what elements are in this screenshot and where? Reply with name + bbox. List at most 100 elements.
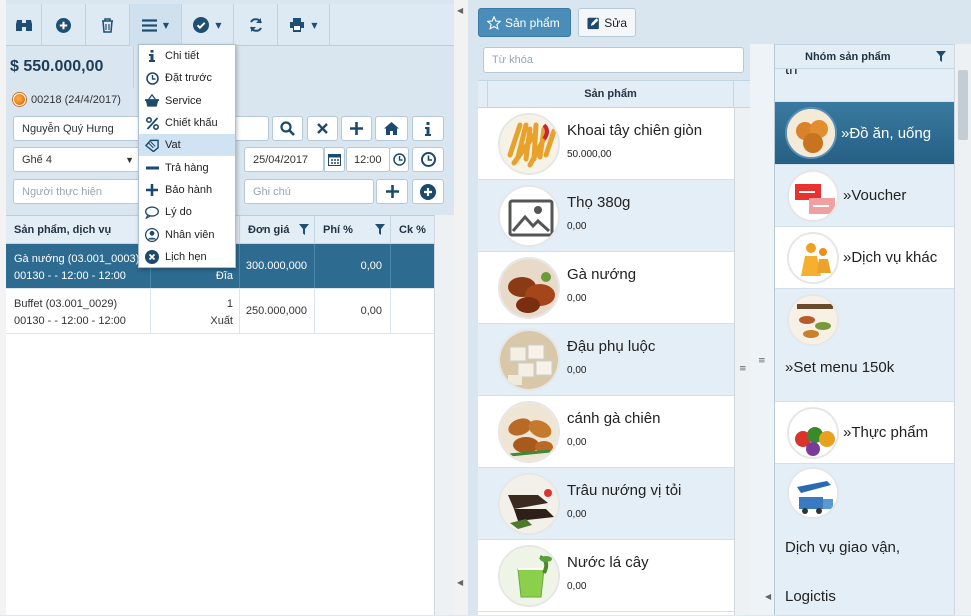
splitter-inner[interactable]: ≡ ◀ xyxy=(750,44,774,615)
search-binoculars-button[interactable] xyxy=(6,4,42,46)
row-unit: Xuất xyxy=(210,315,233,327)
plus-circle-icon xyxy=(420,183,436,200)
time-field[interactable]: 12:00 xyxy=(346,147,390,172)
collapse-arrow-icon: ◀ xyxy=(457,6,464,15)
column-header-fee[interactable]: Phí % xyxy=(315,216,391,243)
row-product-name: Buffet (03.001_0029) xyxy=(14,298,118,310)
column-header-product[interactable]: Sản phẩm, dịch vụ xyxy=(6,216,151,243)
calendar-icon xyxy=(328,154,341,166)
product-name: Nước lá cây xyxy=(567,554,649,571)
menu-item-return[interactable]: Trả hàng xyxy=(139,156,235,178)
list-item[interactable]: »Set menu 150k xyxy=(775,289,954,402)
table-select-value: Ghế 4 xyxy=(22,153,52,166)
menu-item-reason[interactable]: Lý do xyxy=(139,201,235,223)
menu-item-label: Service xyxy=(165,94,202,107)
minus-icon xyxy=(145,166,159,170)
scrollbar-thumb[interactable] xyxy=(958,70,968,140)
date-field[interactable]: 25/04/2017 xyxy=(244,147,324,172)
row-quantity: 1 xyxy=(226,298,233,310)
tab-products[interactable]: Sản phẩm xyxy=(478,8,571,37)
list-item[interactable]: cánh gà chiên 0,00 xyxy=(478,396,734,468)
note-field[interactable]: Ghi chú xyxy=(244,179,374,204)
products-header-label[interactable]: Sản phẩm xyxy=(488,81,734,107)
groups-scrollbar[interactable] xyxy=(954,44,971,615)
print-menu-button[interactable]: ▼ xyxy=(278,4,330,46)
filter-icon[interactable] xyxy=(375,224,385,235)
table-select[interactable]: Ghế 4 ▼ xyxy=(13,147,141,172)
list-item[interactable]: Trâu nướng vị tỏi 0,00 xyxy=(478,468,734,540)
product-search-input[interactable]: Từ khóa xyxy=(483,47,744,73)
user-icon xyxy=(145,227,159,242)
scroll-grip-icon: ≡ xyxy=(739,364,747,374)
list-item[interactable]: Gà nướng 0,00 xyxy=(478,252,734,324)
delete-button[interactable] xyxy=(86,4,130,46)
list-item[interactable]: »Voucher xyxy=(775,165,954,227)
menu-item-discount[interactable]: Chiết khấu xyxy=(139,112,235,134)
reservation-time-button[interactable] xyxy=(412,147,444,172)
product-name: cánh gà chiên xyxy=(567,410,661,427)
column-header-label: Ck % xyxy=(399,223,426,236)
groups-header[interactable]: Nhóm sản phẩm xyxy=(775,44,954,69)
grid-scrollbar[interactable] xyxy=(434,215,454,615)
customer-info-button[interactable] xyxy=(412,116,444,141)
confirm-menu-button[interactable]: ▼ xyxy=(182,4,234,46)
product-thumbnail xyxy=(498,184,560,247)
list-item[interactable]: Nước lá cây 0,00 xyxy=(478,540,734,612)
tab-label: Sửa xyxy=(604,15,627,30)
add-circle-button[interactable] xyxy=(412,179,444,204)
time-picker-button[interactable] xyxy=(389,147,409,172)
menu-item-staff[interactable]: Nhân viên xyxy=(139,223,235,245)
performer-field[interactable]: Người thực hiện xyxy=(13,179,141,204)
row-price: 250.000,000 xyxy=(245,305,307,317)
customer-clear-button[interactable] xyxy=(307,116,338,141)
customer-add-button[interactable] xyxy=(341,116,372,141)
menu-item-detail[interactable]: Chi tiết xyxy=(139,45,235,67)
product-list-scrollbar[interactable]: ≡ xyxy=(734,108,750,615)
date-picker-button[interactable] xyxy=(324,147,345,172)
list-item[interactable]: Khoai tây chiên giòn 50.000,00 xyxy=(478,108,734,180)
row-price-cell: 300.000,000 xyxy=(240,244,315,288)
list-item[interactable]: »Đồ ăn, uống xyxy=(775,102,954,165)
menu-item-warranty[interactable]: Bảo hành xyxy=(139,179,235,201)
clock-icon xyxy=(420,152,436,167)
customer-value: Nguyễn Quý Hưng xyxy=(22,122,114,135)
table-row[interactable]: Buffet (03.001_0029) 00130 - - 12:00 - 1… xyxy=(6,289,434,334)
list-item[interactable]: Thọ 380g 0,00 xyxy=(478,180,734,252)
row-product-sub: 00130 - - 12:00 - 12:00 xyxy=(14,315,126,327)
plus-icon xyxy=(350,122,363,135)
group-label: th xyxy=(785,69,798,78)
search-icon xyxy=(280,121,295,136)
panel-splitter[interactable]: ◀ ◀ xyxy=(454,0,468,615)
list-item[interactable]: th xyxy=(775,69,954,102)
list-item[interactable]: Dịch vụ giao vận, Logictis xyxy=(775,464,954,616)
products-header: Sản phẩm xyxy=(478,80,750,108)
chevron-down-icon: ▼ xyxy=(215,20,222,30)
row-product-sub: 00130 - - 12:00 - 12:00 xyxy=(14,270,126,282)
customer-home-button[interactable] xyxy=(375,116,408,141)
list-item[interactable]: Đậu phụ luộc 0,00 xyxy=(478,324,734,396)
refresh-button[interactable] xyxy=(234,4,278,46)
column-header-discount[interactable]: Ck % xyxy=(391,216,434,243)
row-product-cell: Gà nướng (03.001_0003) 00130 - - 12:00 -… xyxy=(6,244,151,288)
tab-edit[interactable]: Sửa xyxy=(578,8,636,37)
more-menu-button[interactable]: ▼ xyxy=(130,4,182,46)
row-price-cell: 250.000,000 xyxy=(240,289,315,333)
list-item[interactable]: »Thực phẩm xyxy=(775,402,954,464)
filter-icon[interactable] xyxy=(936,51,946,62)
plus-circle-icon xyxy=(56,17,71,33)
add-note-button[interactable] xyxy=(376,179,408,204)
menu-item-service[interactable]: Service xyxy=(139,90,235,112)
group-thumbnail xyxy=(785,107,837,159)
add-button[interactable] xyxy=(42,4,86,46)
menu-item-appointment[interactable]: Lịch hẹn xyxy=(139,246,235,268)
list-item[interactable]: »Dịch vụ khác xyxy=(775,227,954,289)
menu-item-vat[interactable]: Vat xyxy=(139,134,235,157)
group-label: »Đồ ăn, uống xyxy=(841,124,932,142)
customer-search-button[interactable] xyxy=(272,116,303,141)
order-status-icon xyxy=(13,93,26,106)
menu-item-reserve[interactable]: Đặt trước xyxy=(139,67,235,89)
filter-icon[interactable] xyxy=(299,224,309,235)
chevron-down-icon: ▼ xyxy=(311,20,318,30)
column-header-price[interactable]: Đơn giá xyxy=(240,216,315,243)
product-name: Thọ 380g xyxy=(567,194,631,211)
